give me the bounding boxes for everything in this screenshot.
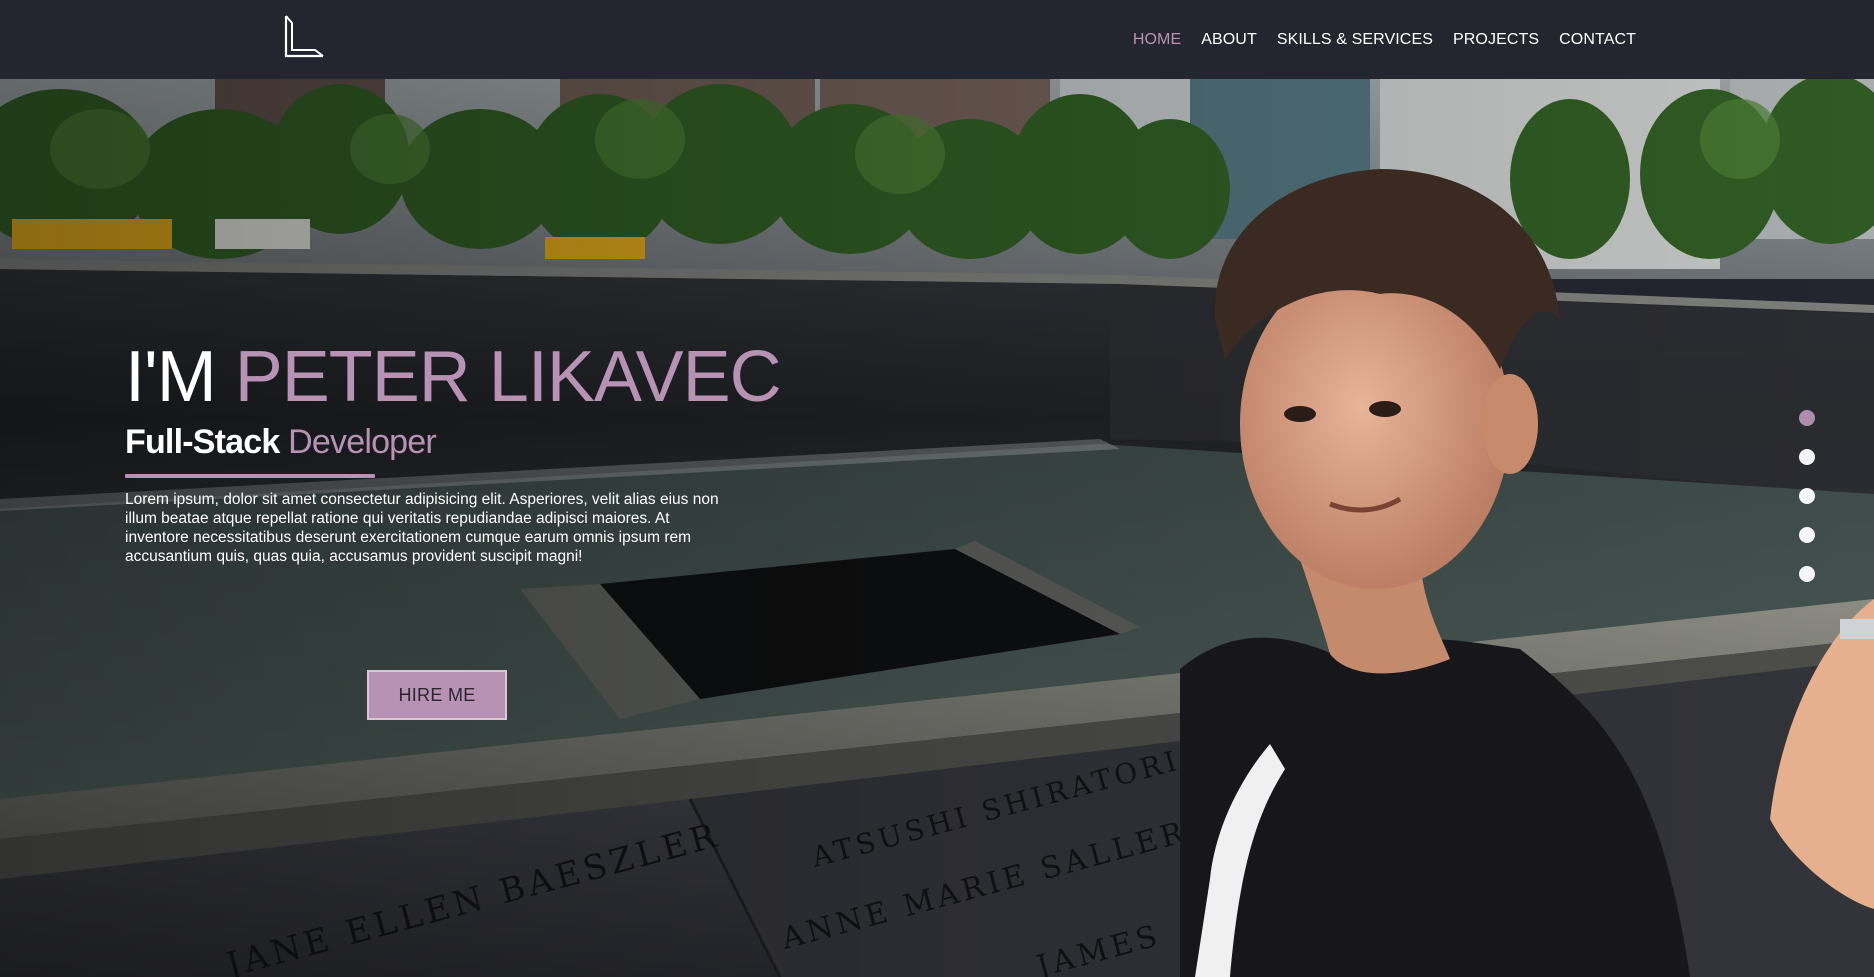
slider-dot-2[interactable]	[1799, 449, 1815, 465]
subhead-role: Full-Stack	[125, 423, 280, 461]
slider-dot-1[interactable]	[1799, 410, 1815, 426]
hero-intro-text: Lorem ipsum, dolor sit amet consectetur …	[125, 491, 719, 565]
nav-link-about[interactable]: ABOUT	[1201, 31, 1257, 49]
nav-link-skills-services[interactable]: SKILLS & SERVICES	[1277, 31, 1433, 49]
hero-divider	[125, 474, 375, 478]
slider-dot-5[interactable]	[1799, 566, 1815, 582]
hero-section: JANE ELLEN BAESZLER ATSUSHI SHIRATORI AN…	[0, 79, 1874, 977]
main-navigation: HOME ABOUT SKILLS & SERVICES PROJECTS CO…	[1133, 0, 1636, 79]
top-navbar: HOME ABOUT SKILLS & SERVICES PROJECTS CO…	[0, 0, 1874, 79]
hero-text-block: I'M PETER LIKAVEC Full-Stack Developer L…	[125, 334, 782, 720]
nav-link-contact[interactable]: CONTACT	[1559, 31, 1636, 49]
hero-subheadline: Full-Stack Developer	[125, 420, 765, 464]
L-monogram-logo-icon[interactable]	[283, 14, 325, 60]
slider-dot-3[interactable]	[1799, 488, 1815, 504]
hire-me-button[interactable]: HIRE ME	[367, 670, 507, 720]
slider-pagination	[1799, 410, 1815, 582]
hero-headline: I'M PETER LIKAVEC	[125, 334, 782, 420]
nav-link-home[interactable]: HOME	[1133, 31, 1181, 49]
slider-dot-4[interactable]	[1799, 527, 1815, 543]
nav-link-projects[interactable]: PROJECTS	[1453, 31, 1539, 49]
subhead-role-accent: Developer	[288, 423, 437, 461]
headline-name: PETER LIKAVEC	[234, 337, 782, 417]
headline-prefix: I'M	[125, 337, 217, 417]
